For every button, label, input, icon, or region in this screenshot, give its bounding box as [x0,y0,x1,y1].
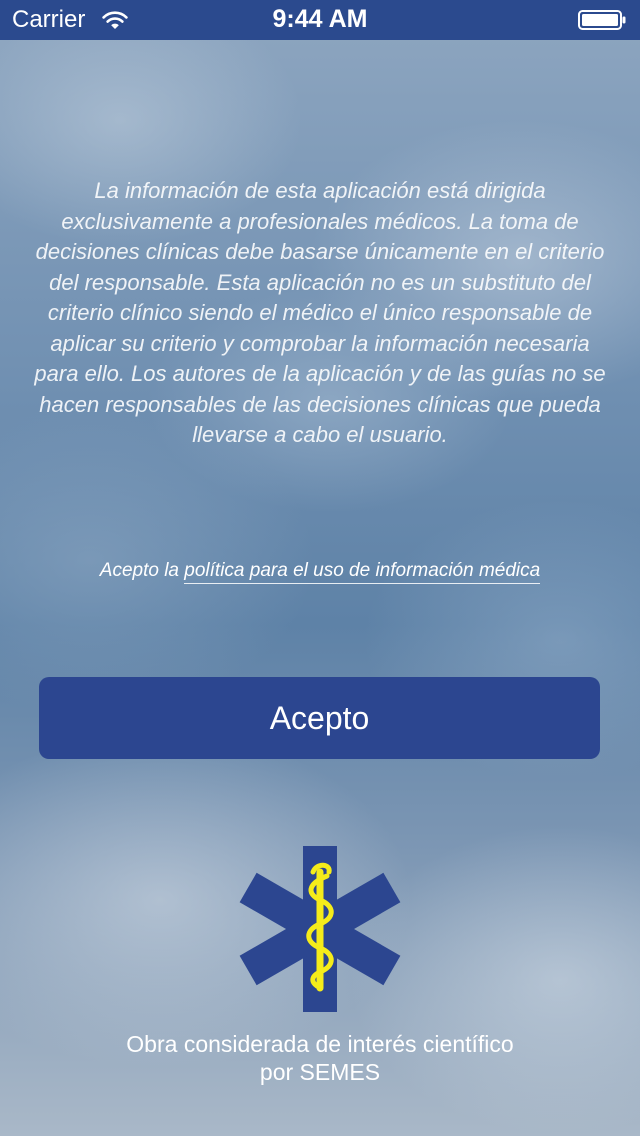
accept-button[interactable]: Acepto [39,677,600,759]
footer-text: Obra considerada de interés científico p… [0,1030,640,1086]
policy-acceptance: Acepto la política para el uso de inform… [0,558,640,584]
status-time: 9:44 AM [272,5,368,33]
policy-prefix: Acepto la [99,560,185,581]
status-bar: Carrier 9:44 AM [0,0,640,40]
disclaimer-text: La información de esta aplicación está d… [34,178,606,447]
battery-icon [578,10,626,30]
footer-line-2: por SEMES [259,1059,381,1085]
star-of-life-icon [239,846,401,1012]
policy-link[interactable]: política para el uso de información médi… [184,560,541,584]
footer-line-1: Obra considerada de interés científico [126,1031,514,1057]
